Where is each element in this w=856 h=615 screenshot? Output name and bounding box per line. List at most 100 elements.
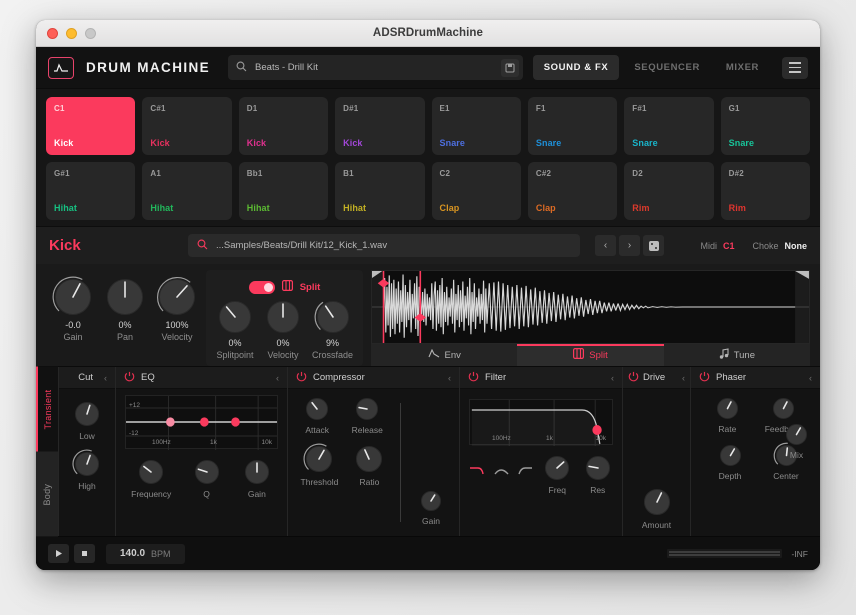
knob-dial[interactable] [314,298,352,336]
side-tab-body[interactable]: Body [36,452,58,537]
eq-knobs[interactable]: Frequency Q Gain [121,457,282,499]
knob-dial[interactable] [104,276,146,318]
bandpass-icon[interactable] [493,463,510,481]
knob-dial[interactable] [353,443,385,475]
drum-pad-g1[interactable]: G1Snare [721,97,810,155]
tab-sequencer[interactable]: SEQUENCER [623,55,711,80]
compressor-gain-knob[interactable]: Gain [408,395,454,530]
knob-high[interactable]: High [72,449,102,491]
split-header[interactable]: Split [249,278,321,296]
prev-sample-button[interactable]: ‹ [595,235,616,256]
knob-dial[interactable] [156,276,198,318]
knob-crossfade[interactable]: 9%Crossfade [312,298,353,360]
split-toggle[interactable] [249,281,275,294]
eq-graph[interactable]: +12 -12 100Hz 1k 10k [125,395,278,449]
compressor-row-1[interactable]: Attack Release [293,395,393,435]
knob-gain[interactable]: -0.0Gain [52,276,94,360]
knob-dial[interactable] [242,457,272,487]
drum-pad-b1[interactable]: B1Hihat [335,162,424,220]
knob-dial[interactable] [717,442,744,469]
drum-pad-csharp2[interactable]: C#2Clap [528,162,617,220]
knob-dial[interactable] [583,453,613,483]
knob-dial[interactable] [52,276,94,318]
drum-pad-e1[interactable]: E1Snare [432,97,521,155]
chevron-left-icon[interactable]: ‹ [104,373,107,383]
split-knobs-group[interactable]: 0%Splitpoint 0%Velocity 9%Crossfade [216,298,353,360]
power-icon[interactable] [296,369,307,387]
lowpass-icon[interactable] [469,463,486,481]
drum-pad-c2[interactable]: C2Clap [432,162,521,220]
main-knobs-group[interactable]: -0.0Gain 0%Pan 100%Velocity [36,270,198,366]
knob-rate[interactable]: Rate [714,395,741,434]
drum-pad-bb1[interactable]: Bb1Hihat [239,162,328,220]
drum-pad-dsharp2[interactable]: D#2Rim [721,162,810,220]
hamburger-menu-icon[interactable] [782,57,808,79]
knob-ratio[interactable]: Ratio [353,443,385,487]
waveform-display[interactable] [371,270,810,344]
drum-pad-c1[interactable]: C1Kick [46,97,135,155]
knob-dial[interactable] [72,399,102,429]
tab-mixer[interactable]: MIXER [715,55,770,80]
power-icon[interactable] [628,369,639,387]
filter-graph[interactable]: 100Hz 1k 10k [469,399,613,445]
bpm-field[interactable]: 140.0 BPM [106,544,185,564]
knob-dial[interactable] [770,395,797,422]
knob-dial[interactable] [418,488,444,514]
drum-pad-d2[interactable]: D2Rim [624,162,713,220]
tab-env[interactable]: Env [371,344,517,366]
power-icon[interactable] [468,369,479,387]
level-meter[interactable] [667,549,782,558]
knob-splitpoint[interactable]: 0%Splitpoint [216,298,254,360]
knob-dial[interactable] [192,457,222,487]
highpass-icon[interactable] [517,463,534,481]
chevron-left-icon[interactable]: ‹ [448,373,451,383]
power-icon[interactable] [699,369,710,387]
knob-frequency[interactable]: Frequency [131,457,171,499]
drum-pad-gsharp1[interactable]: G#1Hihat [46,162,135,220]
knob-amount[interactable]: Amount [641,486,673,530]
knob-attack[interactable]: Attack [303,395,331,435]
view-tabs[interactable]: SOUND & FX SEQUENCER MIXER [533,55,808,80]
tab-split[interactable]: Split [517,344,663,366]
knob-dial[interactable] [136,457,166,487]
knob-threshold[interactable]: Threshold [301,443,339,487]
tab-tune[interactable]: Tune [664,344,810,366]
drum-pad-grid[interactable]: C1KickC#1KickD1KickD#1KickE1SnareF1Snare… [36,89,820,226]
sample-nav-buttons[interactable]: ‹ › [595,235,664,256]
knob-dial[interactable] [72,449,102,479]
knob-q[interactable]: Q [192,457,222,499]
drive-body[interactable]: Amount [623,389,690,536]
chevron-left-icon[interactable]: ‹ [809,373,812,383]
knob-depth[interactable]: Depth [717,442,744,481]
knob-dial[interactable] [303,395,331,423]
knob-freq[interactable]: Freq [542,453,572,495]
drum-pad-fsharp1[interactable]: F#1Snare [624,97,713,155]
drum-pad-d1[interactable]: D1Kick [239,97,328,155]
play-icon[interactable] [48,544,69,563]
drum-pad-a1[interactable]: A1Hihat [142,162,231,220]
knob-dial[interactable] [641,486,673,518]
knob-dial[interactable] [714,395,741,422]
knob-pan[interactable]: 0%Pan [104,276,146,360]
drum-pad-f1[interactable]: F1Snare [528,97,617,155]
choke-value[interactable]: None [785,241,808,251]
knob-dial[interactable] [353,395,381,423]
knob-dial[interactable] [303,443,335,475]
knob-gain[interactable]: Gain [242,457,272,499]
drum-pad-dsharp1[interactable]: D#1Kick [335,97,424,155]
knob-dial[interactable] [783,421,810,448]
knob-dial[interactable] [542,453,572,483]
drum-pad-csharp1[interactable]: C#1Kick [142,97,231,155]
midi-choke-info[interactable]: Midi C1 Choke None [700,241,807,251]
waveform-mode-tabs[interactable]: Env Split Tune [371,344,810,366]
compressor-main-knobs[interactable]: Attack Release Threshold Ratio [293,395,393,530]
stop-icon[interactable] [74,544,95,563]
chevron-left-icon[interactable]: ‹ [276,373,279,383]
knob-dial[interactable] [264,298,302,336]
knob-dial[interactable] [216,298,254,336]
knob-gain[interactable]: Gain [418,488,444,526]
knob-velocity[interactable]: 0%Velocity [264,298,302,360]
power-icon[interactable] [124,369,135,387]
knob-mix[interactable]: Mix [783,421,810,460]
tab-sound-fx[interactable]: SOUND & FX [533,55,620,80]
